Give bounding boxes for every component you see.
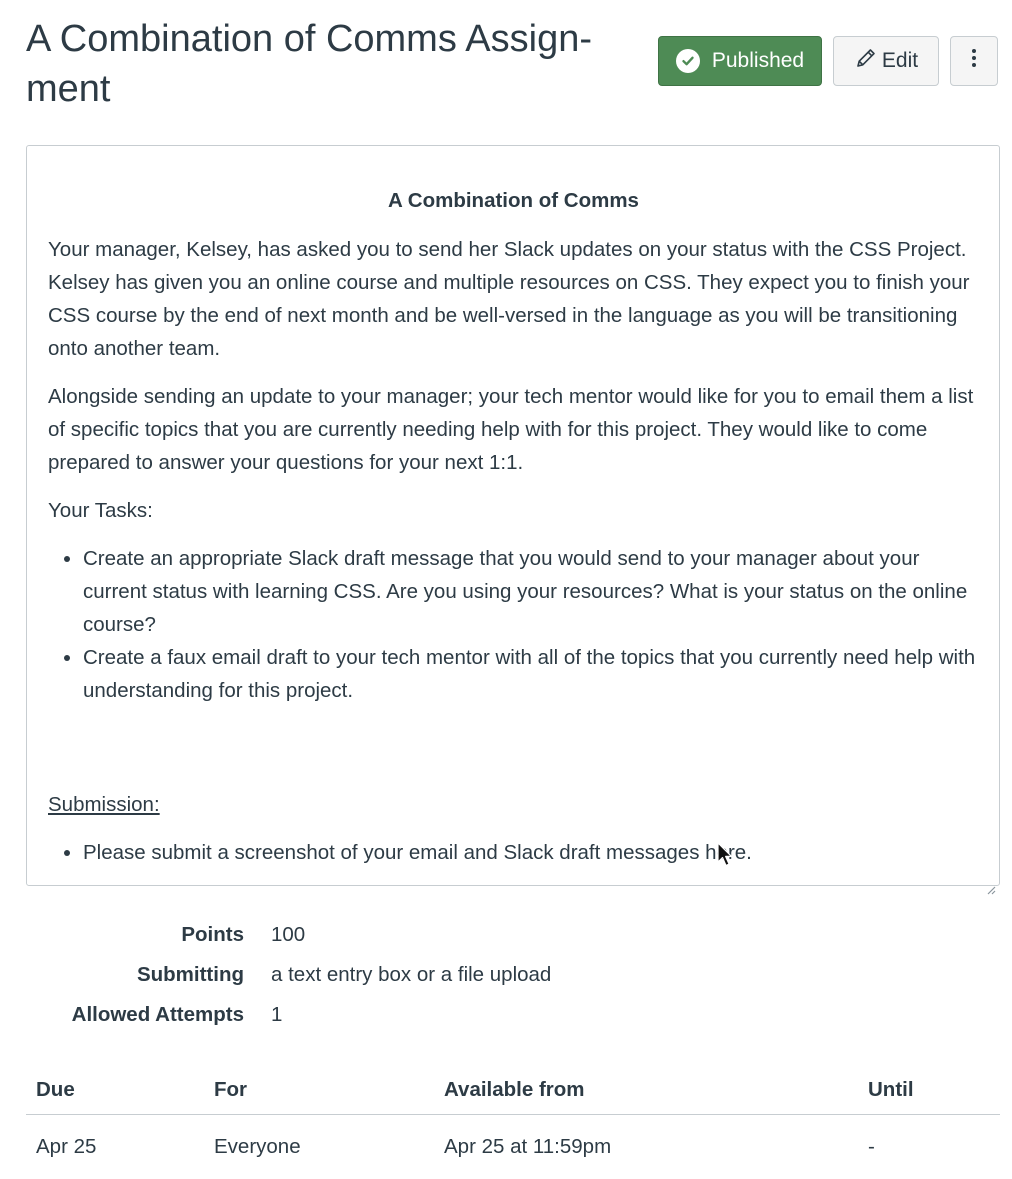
points-value: 100 <box>271 923 305 947</box>
due-date-cell: Apr 25 <box>26 1115 204 1179</box>
more-options-button[interactable] <box>950 36 998 86</box>
tasks-label: Your Tasks: <box>48 494 979 527</box>
published-button[interactable]: Published <box>658 36 822 86</box>
submitting-row: Submitting a text entry box or a file up… <box>26 955 726 995</box>
column-header-for: For <box>204 1066 434 1115</box>
submission-list: Please submit a screenshot of your email… <box>48 836 979 869</box>
header-actions: Published Edit <box>658 36 998 86</box>
edit-label: Edit <box>882 49 918 73</box>
assignment-header: A Combination of Comms Assign- ment Publ… <box>26 14 998 114</box>
table-header-row: Due For Available from Until <box>26 1066 1000 1115</box>
description-paragraph: Your manager, Kelsey, has asked you to s… <box>48 233 979 365</box>
column-header-available-from: Available from <box>434 1066 858 1115</box>
column-header-due: Due <box>26 1066 204 1115</box>
tasks-list: Create an appropriate Slack draft messag… <box>48 542 979 707</box>
pencil-icon <box>854 46 878 76</box>
for-cell: Everyone <box>204 1115 434 1179</box>
mouse-cursor-icon <box>717 842 733 868</box>
spacer <box>48 722 979 788</box>
page-title: A Combination of Comms Assign- ment <box>26 14 626 114</box>
due-dates-table: Due For Available from Until Apr 25 Ever… <box>26 1066 1000 1179</box>
column-header-until: Until <box>858 1066 1000 1115</box>
kebab-menu-icon <box>971 47 977 75</box>
description-paragraph: Alongside sending an update to your mana… <box>48 380 979 479</box>
published-label: Published <box>712 49 804 73</box>
submitting-label: Submitting <box>26 963 244 987</box>
submitting-value: a text entry box or a file upload <box>271 963 551 987</box>
task-item: Create an appropriate Slack draft messag… <box>83 542 979 641</box>
attempts-row: Allowed Attempts 1 <box>26 995 726 1035</box>
check-circle-icon <box>676 49 700 73</box>
available-from-cell: Apr 25 at 11:59pm <box>434 1115 858 1179</box>
table-row: Apr 25 Everyone Apr 25 at 11:59pm - <box>26 1115 1000 1179</box>
assignment-details: Points 100 Submitting a text entry box o… <box>26 915 726 1035</box>
submission-label: Submission: <box>48 788 979 821</box>
points-label: Points <box>26 923 244 947</box>
until-cell: - <box>858 1115 1000 1179</box>
edit-button[interactable]: Edit <box>833 36 939 86</box>
attempts-label: Allowed Attempts <box>26 1003 244 1027</box>
resize-handle-icon[interactable] <box>986 872 996 882</box>
description-heading: A Combination of Comms <box>48 184 979 217</box>
attempts-value: 1 <box>271 1003 282 1027</box>
task-item: Create a faux email draft to your tech m… <box>83 641 979 707</box>
assignment-description: A Combination of Comms Your manager, Kel… <box>26 145 1000 886</box>
points-row: Points 100 <box>26 915 726 955</box>
submission-item: Please submit a screenshot of your email… <box>83 836 979 869</box>
